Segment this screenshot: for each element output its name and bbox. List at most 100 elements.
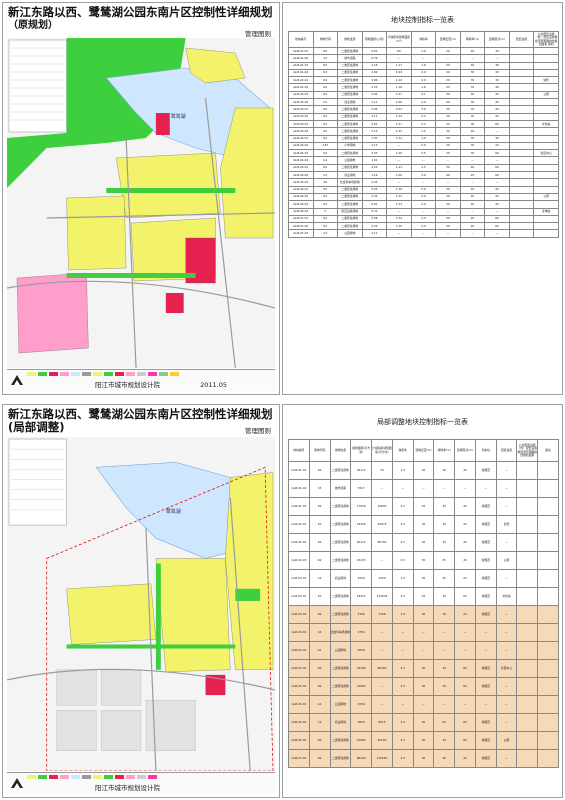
table-cell [508,119,535,129]
table-cell: G1 [312,156,339,165]
table-cell: 20 [435,68,461,78]
table-cell: 60 [454,713,476,732]
table-cell: 25165 [371,731,393,750]
table-cell [508,127,535,136]
table-cell: 3.33 [361,149,388,158]
table-cell: 40 [459,127,486,136]
table-row: GLB-04-01 G1 公园绿地 4058— — — — — — — [288,641,559,660]
table-cell: 1.19 [361,171,388,180]
table-cell: — [386,229,412,238]
table-cell [533,46,559,56]
table-cell: 30 [484,68,510,78]
table-row: GLB-04-02 A33 小学用地 2.13—0.9 20 35 24 [288,141,559,151]
table-cell: 1.17 [386,61,412,70]
table-cell: 25 [412,497,435,516]
table-cell: GLB-05-01 [288,163,314,173]
table-cell: GLB-01-02 [288,479,310,498]
table-cell [533,200,559,209]
table-cell: — [484,127,510,136]
table-row: GLB-04-01 R2 二类居住用地 1.97 1.12 1.0 30 35 30 [288,134,559,143]
table-cell: 二类居住用地 [329,731,352,750]
table-cell: R2 [308,731,331,750]
table-cell: R2 [312,214,339,224]
table-cell: 44600 [371,497,393,516]
table-cell: 1.34 [386,112,412,121]
table-row: GLB-02-03 R2 二类居住用地 3.92 1.21 3.1 30 40 45 公厕 [288,90,559,100]
table-cell: GLB-07-03 [288,229,314,238]
table-cell: 35 [459,105,486,114]
table-cell: 30 [412,605,435,624]
table-cell: 二类居住用地 [337,185,363,194]
table-cell: GLB-05-01 [288,677,310,696]
table-cell: U [312,207,339,216]
table-cell: 45 [484,112,510,121]
table-cell: — [454,641,476,660]
table-cell: 城市道路 [329,479,352,498]
table-row: GLB-05-02 G1 公园绿地 2556— — — — — — — [288,695,559,714]
table-cell [516,533,539,552]
table-cell: 按规范 [474,497,497,516]
table-cell: 60 [484,222,510,231]
column-header: 计容积率建筑面积(m²) [386,31,412,48]
table-cell: 35 [459,141,486,151]
table-cell: GLB-02-03 [288,551,310,570]
table-cell: 2.81 [361,200,388,209]
table-row: GLB-02-04 C2 商业用地 1.11 1.00 2.0 40 30 45 [288,98,559,107]
table-cell: 0.31 [361,207,388,216]
table-cell: 25 [435,119,461,129]
table-cell: R2 [312,90,339,100]
table-cell: 社区中心 [495,659,518,678]
table-cell: 133078 [371,587,393,606]
table-cell: R2 [308,749,331,768]
table-cell [533,229,559,238]
table-cell: GLB-01-03 [288,61,314,70]
adjusted-control-table: 地块编号 用地代码 用地性质 用地面积(平方米) 计容积率建筑面积(平方米) 容积率 建筑密… [288,439,559,768]
table-cell: 35 [459,68,486,78]
table-cell: 2.5 [391,551,414,570]
table-cell: 3.35 [361,192,388,202]
table-row: GLB-01-02 S3 城市道路 0.76— — — — — [288,54,559,63]
table-cell: — [495,623,518,642]
table-cell: — [454,695,476,714]
table-row: GLB-01-03 R2 二类居住用地 2.18 1.17 1.8 20 40 30 [288,61,559,70]
table-cell: 40 [459,61,486,70]
table-cell [516,713,539,732]
column-header: 用地面积(公顷) [361,31,388,48]
table-cell: 社区中心 [533,149,559,158]
table-cell [516,749,539,768]
table-cell: GLB-05-02 [288,171,314,180]
table-cell: GLB-06-02 [288,192,314,202]
table-cell: — [433,479,456,498]
table-cell: R2 [308,605,331,624]
table-cell [537,749,559,768]
table-cell: GLB-01-01 [288,46,314,56]
table-cell: 1.01 [361,156,388,165]
table-cell [508,229,535,238]
table-cell: 60 [484,163,510,173]
table-cell: GLB-03-01 [288,569,310,588]
table-cell [533,134,559,143]
table-cell: 1.21 [386,90,412,100]
table-cell: 35 [459,149,486,158]
table-cell: 公园绿地 [337,156,363,165]
table-cell: — [495,569,518,588]
table-cell: 1.35 [386,127,412,136]
table-cell [533,127,559,136]
table-cell: — [495,677,518,696]
table-cell: 二类居住用地 [337,46,363,56]
table-cell: 二类居住用地 [337,149,363,158]
table-row: GLB-07-02 R2 二类居住用地 4.25 1.15 2.5 30 40 60 [288,222,559,231]
table-cell: 2.0 [410,98,437,107]
table-cell: S3 [308,479,331,498]
table-cell: 35 [459,134,486,143]
table-cell: R2 [312,163,339,173]
table-cell: 1.0 [391,569,414,588]
table-cell: 文化站 [533,119,559,129]
table-cell: 2.5 [410,214,437,224]
table-row: GLB-06-04 U 供应设施用地 0.31— — — — — 变电站 [288,207,559,216]
table-cell: 1.0 [410,134,437,143]
table-cell: — [495,479,518,498]
adjusted-plan-table-panel: 局部调整地块控制指标一览表 地块编号 用地代码 用地性质 用地面积(平方米) 计容积率建… [282,404,563,798]
table-cell: 45 [454,551,476,570]
table-cell [537,515,559,534]
